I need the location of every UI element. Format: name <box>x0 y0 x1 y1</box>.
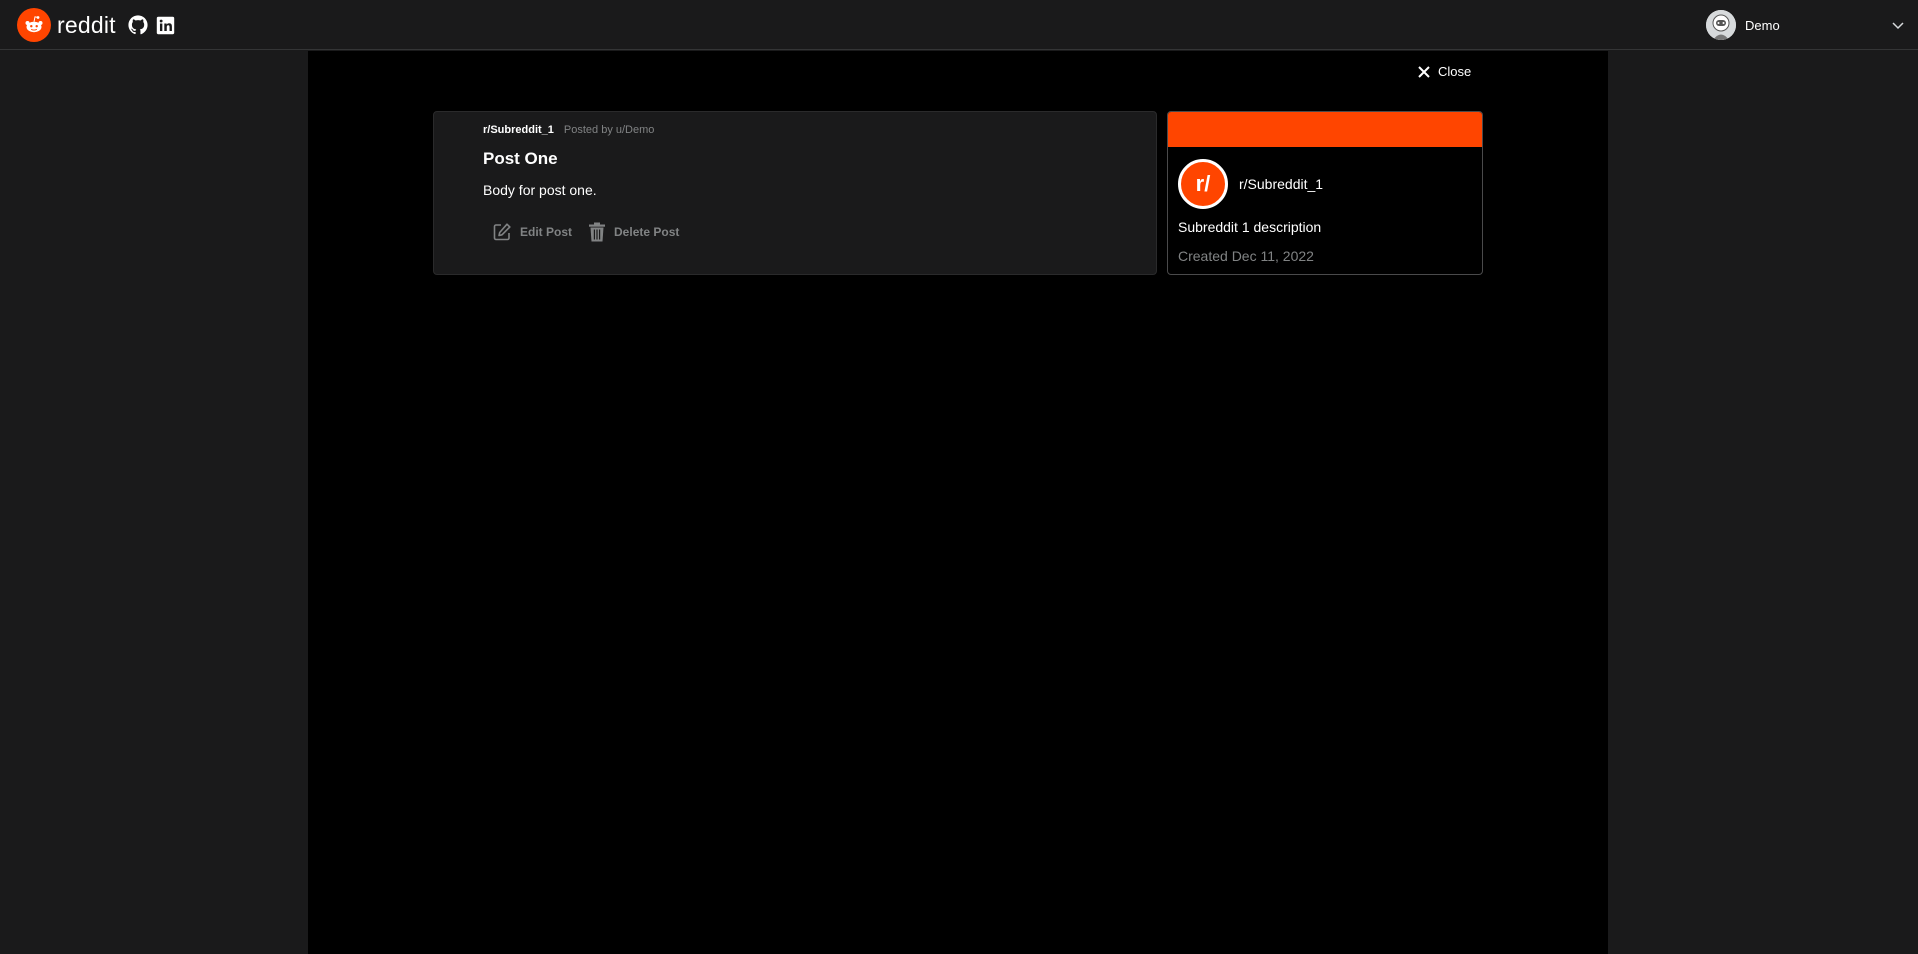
username: Demo <box>1745 17 1780 33</box>
close-label: Close <box>1438 64 1472 79</box>
delete-post-button[interactable]: Delete Post <box>588 222 679 242</box>
edit-post-label: Edit Post <box>520 225 573 239</box>
close-icon <box>1418 65 1430 78</box>
edit-icon <box>493 223 511 241</box>
community-created-date: Created Dec 11, 2022 <box>1178 248 1314 264</box>
community-card: r/ r/Subreddit_1 Subreddit 1 description… <box>1167 111 1483 275</box>
post-body: Body for post one. <box>483 182 597 198</box>
linkedin-icon[interactable] <box>156 15 176 35</box>
reddit-logo-icon[interactable] <box>17 8 51 42</box>
community-name[interactable]: r/Subreddit_1 <box>1239 176 1323 192</box>
subreddit-icon: r/ <box>1178 159 1228 209</box>
edit-post-button[interactable]: Edit Post <box>492 222 572 242</box>
github-icon[interactable] <box>128 15 148 35</box>
post-actions: Edit Post Delete Post <box>492 222 695 242</box>
community-header[interactable]: r/ r/Subreddit_1 <box>1178 159 1323 209</box>
post-author: Posted by u/Demo <box>563 124 655 136</box>
chevron-down-icon[interactable] <box>1890 17 1906 33</box>
trash-icon <box>589 222 606 242</box>
avatar <box>1706 10 1736 40</box>
user-menu-dropdown[interactable]: Demo <box>1706 10 1906 40</box>
delete-post-label: Delete Post <box>614 225 680 239</box>
top-navigation-bar: reddit Demo <box>0 0 1918 50</box>
brand-name[interactable]: reddit <box>57 12 116 39</box>
post-subreddit-link[interactable]: r/Subreddit_1 <box>483 124 554 136</box>
brand[interactable]: reddit <box>17 8 176 42</box>
post-card: r/Subreddit_1 Posted by u/Demo Post One … <box>433 111 1157 275</box>
community-banner <box>1168 112 1482 147</box>
post-modal: Close r/Subreddit_1 Posted by u/Demo Pos… <box>308 51 1608 954</box>
post-meta: r/Subreddit_1 Posted by u/Demo <box>483 124 654 136</box>
community-description: Subreddit 1 description <box>1178 219 1322 235</box>
close-button[interactable]: Close <box>1417 64 1471 79</box>
post-title: Post One <box>483 149 558 168</box>
